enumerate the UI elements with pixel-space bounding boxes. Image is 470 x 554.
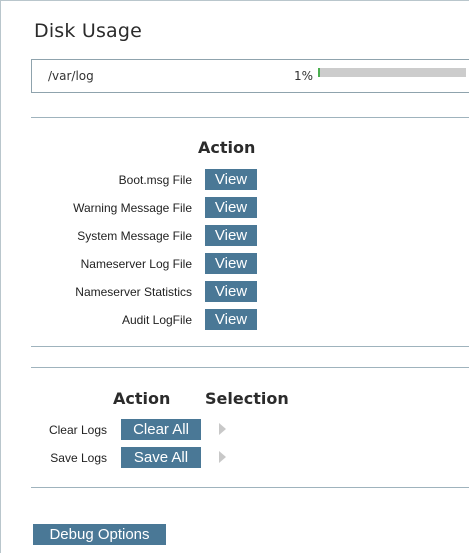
disk-usage-row: /var/log 1%	[31, 59, 469, 93]
view-system-button[interactable]: View	[205, 225, 257, 246]
view-nameserver-stats-button[interactable]: View	[205, 281, 257, 302]
debug-options-button[interactable]: Debug Options	[33, 524, 166, 545]
log-label-audit: Audit LogFile	[121, 313, 192, 327]
log-label-warning: Warning Message File	[73, 201, 192, 215]
save-all-button[interactable]: Save All	[121, 447, 201, 468]
log-label-nameserver-log: Nameserver Log File	[80, 257, 192, 271]
disk-usage-title: Disk Usage	[34, 20, 143, 42]
divider	[31, 487, 469, 488]
view-audit-button[interactable]: View	[205, 309, 257, 330]
clear-logs-label: Clear Logs	[48, 423, 107, 437]
clear-all-button[interactable]: Clear All	[121, 419, 201, 440]
view-boot-button[interactable]: View	[205, 169, 257, 190]
disk-usage-bar	[318, 68, 466, 77]
actions-action-header: Action	[113, 389, 171, 408]
view-nameserver-log-button[interactable]: View	[205, 253, 257, 274]
log-label-nameserver-stats: Nameserver Statistics	[75, 285, 192, 299]
divider	[31, 346, 469, 347]
divider	[31, 117, 469, 118]
save-selection-caret-icon[interactable]	[219, 451, 226, 463]
actions-selection-header: Selection	[205, 389, 289, 408]
disk-usage-bar-fill	[318, 68, 320, 77]
logs-action-header: Action	[198, 138, 256, 157]
disk-path: /var/log	[48, 69, 94, 83]
save-logs-label: Save Logs	[50, 451, 107, 465]
log-label-boot: Boot.msg File	[118, 173, 192, 187]
log-label-system: System Message File	[77, 229, 192, 243]
view-warning-button[interactable]: View	[205, 197, 257, 218]
clear-selection-caret-icon[interactable]	[219, 423, 226, 435]
divider	[31, 367, 469, 368]
disk-percent: 1%	[294, 69, 314, 83]
